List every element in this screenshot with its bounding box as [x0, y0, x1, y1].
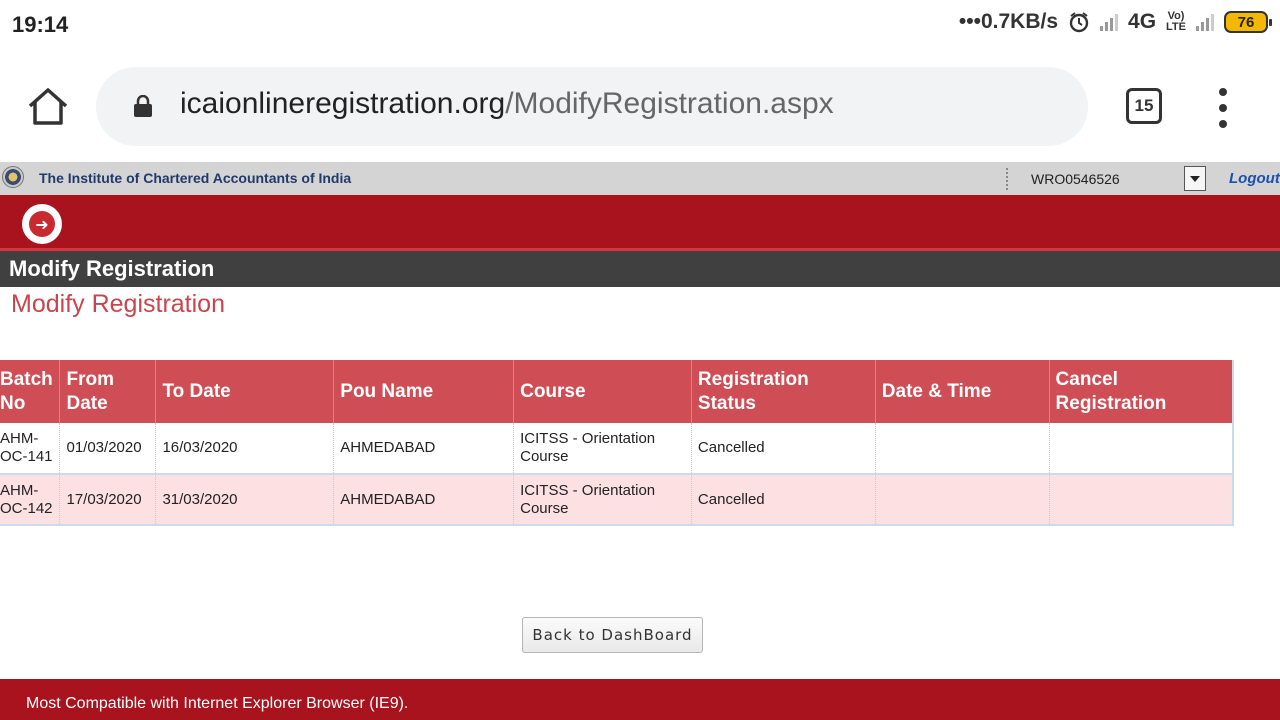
alarm-icon — [1069, 12, 1089, 33]
header-registration-status: Registration Status — [691, 360, 876, 423]
arrow-right-icon: ➜ — [29, 211, 55, 237]
cell-course: ICITSS - Orientation Course — [513, 423, 692, 475]
clock: 19:14 — [12, 12, 69, 37]
header-pou-name: Pou Name — [333, 360, 515, 423]
network-speed: •••0.7KB/s — [958, 10, 1059, 33]
status-bar: 19:14 •••0.7KB/s 4G Vo) LTE 76 — [0, 0, 1280, 52]
header-date-time: Date & Time — [875, 360, 1050, 423]
cell-batch-no: AHM-OC-141 — [0, 423, 61, 475]
browser-toolbar: icaionlineregistration.org/ModifyRegistr… — [0, 52, 1280, 162]
cell-status: Cancelled — [691, 423, 876, 475]
home-icon[interactable] — [26, 86, 70, 126]
network-type: 4G — [1128, 10, 1157, 33]
cell-from-date: 01/03/2020 — [59, 423, 157, 475]
page-title-bar: Modify Registration — [0, 251, 1280, 287]
cell-cancel — [1049, 474, 1234, 526]
address-bar[interactable]: icaionlineregistration.org/ModifyRegistr… — [96, 67, 1088, 146]
icai-logo — [2, 166, 24, 188]
menu-toggle-button[interactable]: ➜ — [22, 204, 62, 244]
signal-2-icon — [1196, 13, 1214, 31]
table-row: AHM-OC-141 01/03/2020 16/03/2020 AHMEDAB… — [0, 423, 1234, 475]
nav-band: ➜ — [0, 195, 1280, 251]
status-icons: •••0.7KB/s 4G Vo) LTE 76 — [958, 10, 1272, 34]
header-batch-no: Batch No — [0, 360, 61, 423]
signal-icon — [1100, 13, 1119, 31]
url-path: /ModifyRegistration.aspx — [505, 87, 834, 120]
page-subtitle: Modify Registration — [11, 290, 225, 318]
cell-course: ICITSS - Orientation Course — [513, 474, 692, 526]
cell-pou-name: AHMEDABAD — [333, 474, 515, 526]
table-row: AHM-OC-142 17/03/2020 31/03/2020 AHMEDAB… — [0, 474, 1234, 526]
cell-batch-no: AHM-OC-142 — [0, 474, 61, 526]
header-from-date: From Date — [59, 360, 157, 423]
cell-status: Cancelled — [691, 474, 876, 526]
divider — [1006, 168, 1008, 190]
more-menu-icon[interactable] — [1213, 88, 1233, 128]
logout-link[interactable]: Logout — [1229, 170, 1280, 187]
user-id: WRO0546526 — [1031, 171, 1120, 187]
cell-from-date: 17/03/2020 — [59, 474, 157, 526]
back-to-dashboard-button[interactable]: Back to DashBoard — [522, 617, 703, 653]
volte-icon: Vo) LTE — [1166, 10, 1186, 33]
footer: Most Compatible with Internet Explorer B… — [0, 679, 1280, 720]
institute-name: The Institute of Chartered Accountants o… — [39, 170, 352, 186]
lock-icon — [134, 95, 152, 117]
url-text[interactable]: icaionlineregistration.org/ModifyRegistr… — [180, 87, 834, 121]
header-to-date: To Date — [155, 360, 335, 423]
cell-date-time — [875, 474, 1050, 526]
header-cancel-registration: Cancel Registration — [1049, 360, 1234, 423]
cell-to-date: 31/03/2020 — [155, 474, 335, 526]
cell-cancel — [1049, 423, 1234, 475]
user-dropdown-button[interactable] — [1184, 166, 1206, 191]
site-header: The Institute of Chartered Accountants o… — [0, 162, 1280, 195]
tab-switcher-button[interactable]: 15 — [1126, 88, 1162, 124]
table-header-row: Batch No From Date To Date Pou Name Cour… — [0, 360, 1234, 423]
url-host: icaionlineregistration.org — [180, 87, 506, 120]
cell-pou-name: AHMEDABAD — [333, 423, 515, 475]
registration-table: Batch No From Date To Date Pou Name Cour… — [0, 360, 1234, 526]
header-course: Course — [513, 360, 692, 423]
battery-icon: 76 — [1224, 11, 1272, 33]
cell-to-date: 16/03/2020 — [155, 423, 335, 475]
footer-text: Most Compatible with Internet Explorer B… — [26, 695, 409, 712]
cell-date-time — [875, 423, 1050, 475]
